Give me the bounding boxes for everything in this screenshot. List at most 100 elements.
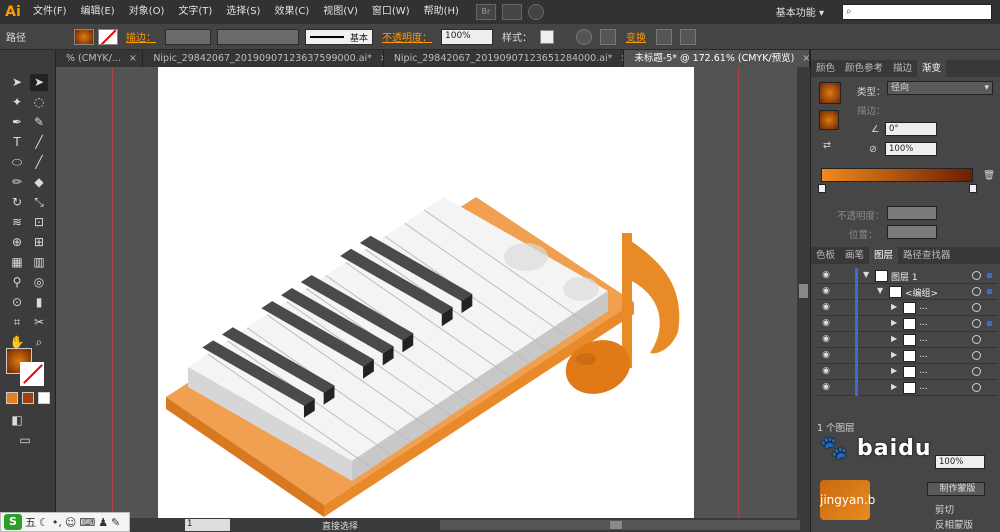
layer-row[interactable]: ◉ ▶...	[817, 380, 997, 396]
gradient-tool-icon[interactable]: ▥	[30, 254, 48, 271]
chevron-right-icon[interactable]: ▶	[891, 350, 897, 359]
gradient-opacity-field[interactable]	[887, 206, 937, 220]
panel-tab[interactable]: 路径查找器	[898, 247, 956, 264]
ellipse-tool-icon[interactable]: ⬭	[8, 154, 26, 171]
align-icon[interactable]	[600, 28, 616, 45]
panel-menu-icon[interactable]	[680, 28, 696, 45]
gradient-slider[interactable]	[821, 168, 973, 182]
menu-item[interactable]: 窗口(W)	[365, 0, 417, 24]
eye-icon[interactable]: ◉	[819, 334, 833, 345]
layer-row[interactable]: ◉ ▼ 图层 1	[817, 268, 997, 284]
menu-item[interactable]: 帮助(H)	[417, 0, 466, 24]
layer-row[interactable]: ◉ ▶...	[817, 332, 997, 348]
chevron-down-icon[interactable]: ▼	[877, 286, 883, 295]
search-input[interactable]: ⌕	[842, 4, 992, 20]
gradient-type-dropdown[interactable]: 径向 ▾	[887, 81, 993, 95]
gpu-performance-icon[interactable]	[527, 4, 544, 20]
brush-definition-dropdown[interactable]: 基本	[305, 28, 373, 45]
clip-checkbox-label[interactable]: 剪切	[935, 502, 954, 516]
target-icon[interactable]	[972, 351, 981, 360]
layer-row[interactable]: ◉ ▶...	[817, 364, 997, 380]
target-icon[interactable]	[972, 287, 981, 296]
chevron-right-icon[interactable]: ▶	[891, 366, 897, 375]
tools-icon[interactable]: ✎	[111, 516, 120, 529]
chevron-right-icon[interactable]: ▶	[891, 302, 897, 311]
target-icon[interactable]	[972, 367, 981, 376]
eye-icon[interactable]: ◉	[819, 350, 833, 361]
shape-builder-icon[interactable]: ⊕	[8, 234, 26, 251]
layer-row[interactable]: ◉ ▶...	[817, 300, 997, 316]
variable-width-dropdown[interactable]	[217, 28, 299, 45]
layer-row[interactable]: ◉ ▼ <编组>	[817, 284, 997, 300]
magic-wand-icon[interactable]: ✦	[8, 94, 26, 111]
eyedropper-icon[interactable]: ⚲	[8, 274, 26, 291]
moon-icon[interactable]: ☾	[39, 516, 49, 529]
panel-tab[interactable]: 颜色参考	[840, 60, 888, 77]
scroll-thumb[interactable]	[610, 521, 622, 529]
chevron-right-icon[interactable]: ▶	[891, 382, 897, 391]
direct-selection-tool-icon[interactable]: ➤	[30, 74, 48, 91]
draw-mode-icon[interactable]: ◧	[8, 412, 26, 429]
eye-icon[interactable]: ◉	[819, 382, 833, 393]
sogou-icon[interactable]: S	[4, 514, 22, 530]
invert-mask-label[interactable]: 反相蒙版	[935, 517, 973, 531]
eraser-icon[interactable]: ◆	[30, 174, 48, 191]
menu-item[interactable]: 文件(F)	[26, 0, 74, 24]
rotate-tool-icon[interactable]: ↻	[8, 194, 26, 211]
make-mask-button[interactable]: 制作蒙版	[927, 482, 985, 496]
target-icon[interactable]	[972, 335, 981, 344]
opacity-field[interactable]: 100%	[441, 28, 493, 45]
document-tab[interactable]: Nipic_29842067_20190907123637599000.ai*×	[143, 50, 384, 67]
angle-field[interactable]: 0°	[885, 122, 937, 136]
gradient-swatch-preview[interactable]	[819, 82, 841, 104]
width-tool-icon[interactable]: ≋	[8, 214, 26, 231]
gradient-stop-left[interactable]	[818, 184, 826, 193]
eye-icon[interactable]: ◉	[819, 270, 833, 281]
symbol-sprayer-icon[interactable]: ⊙	[8, 294, 26, 311]
stroke-weight-dropdown[interactable]	[165, 28, 211, 45]
eye-icon[interactable]: ◉	[819, 366, 833, 377]
isolate-group-icon[interactable]	[656, 28, 672, 45]
chevron-down-icon[interactable]: ▼	[863, 270, 869, 279]
bridge-icon[interactable]: Br	[475, 4, 496, 20]
eye-icon[interactable]: ◉	[819, 302, 833, 313]
close-icon[interactable]: ×	[129, 53, 137, 64]
fill-stroke-icon[interactable]	[819, 110, 839, 130]
gradient-mode-icon[interactable]	[22, 392, 34, 404]
panel-tab[interactable]: 图层	[869, 247, 899, 264]
target-icon[interactable]	[972, 271, 981, 280]
menu-item[interactable]: 编辑(E)	[74, 0, 122, 24]
recolor-artwork-icon[interactable]	[576, 28, 592, 45]
eye-icon[interactable]: ◉	[819, 286, 833, 297]
aspect-ratio-field[interactable]: 100%	[885, 142, 937, 156]
vertical-scrollbar[interactable]	[797, 67, 810, 518]
menu-item[interactable]: 选择(S)	[219, 0, 267, 24]
lasso-icon[interactable]: ◌	[30, 94, 48, 111]
curvature-tool-icon[interactable]: ✎	[30, 114, 48, 131]
canvas-area[interactable]	[56, 67, 797, 518]
scroll-thumb[interactable]	[799, 284, 808, 298]
artboard-page-field[interactable]: 1	[185, 519, 230, 531]
layer-row[interactable]: ◉ ▶...	[817, 348, 997, 364]
mesh-tool-icon[interactable]: ▦	[8, 254, 26, 271]
panel-tab[interactable]: 画笔	[840, 247, 869, 264]
selection-tool-icon[interactable]: ➤	[8, 74, 26, 91]
panel-tab[interactable]: 颜色	[811, 60, 840, 77]
free-transform-icon[interactable]: ⊡	[30, 214, 48, 231]
transform-label[interactable]: 变换	[626, 29, 646, 44]
chevron-right-icon[interactable]: ▶	[891, 318, 897, 327]
emoji-icon[interactable]: ☺	[65, 516, 76, 529]
layer-row[interactable]: ◉ ▶...	[817, 316, 997, 332]
menu-item[interactable]: 视图(V)	[316, 0, 365, 24]
menu-item[interactable]: 效果(C)	[267, 0, 316, 24]
delete-stop-icon[interactable]: 🗑	[983, 170, 995, 181]
type-tool-icon[interactable]: T	[8, 134, 26, 151]
close-icon[interactable]: ×	[802, 53, 809, 64]
fill-color-button[interactable]	[74, 28, 94, 45]
document-tab[interactable]: Nipic_29842067_20190907123651284000.ai*×	[384, 50, 625, 67]
ime-mode[interactable]: 五	[25, 514, 36, 530]
pencil-icon[interactable]: ✏	[8, 174, 26, 191]
stroke-color-button[interactable]	[98, 28, 118, 45]
none-mode-icon[interactable]	[38, 392, 50, 404]
eye-icon[interactable]: ◉	[819, 318, 833, 329]
